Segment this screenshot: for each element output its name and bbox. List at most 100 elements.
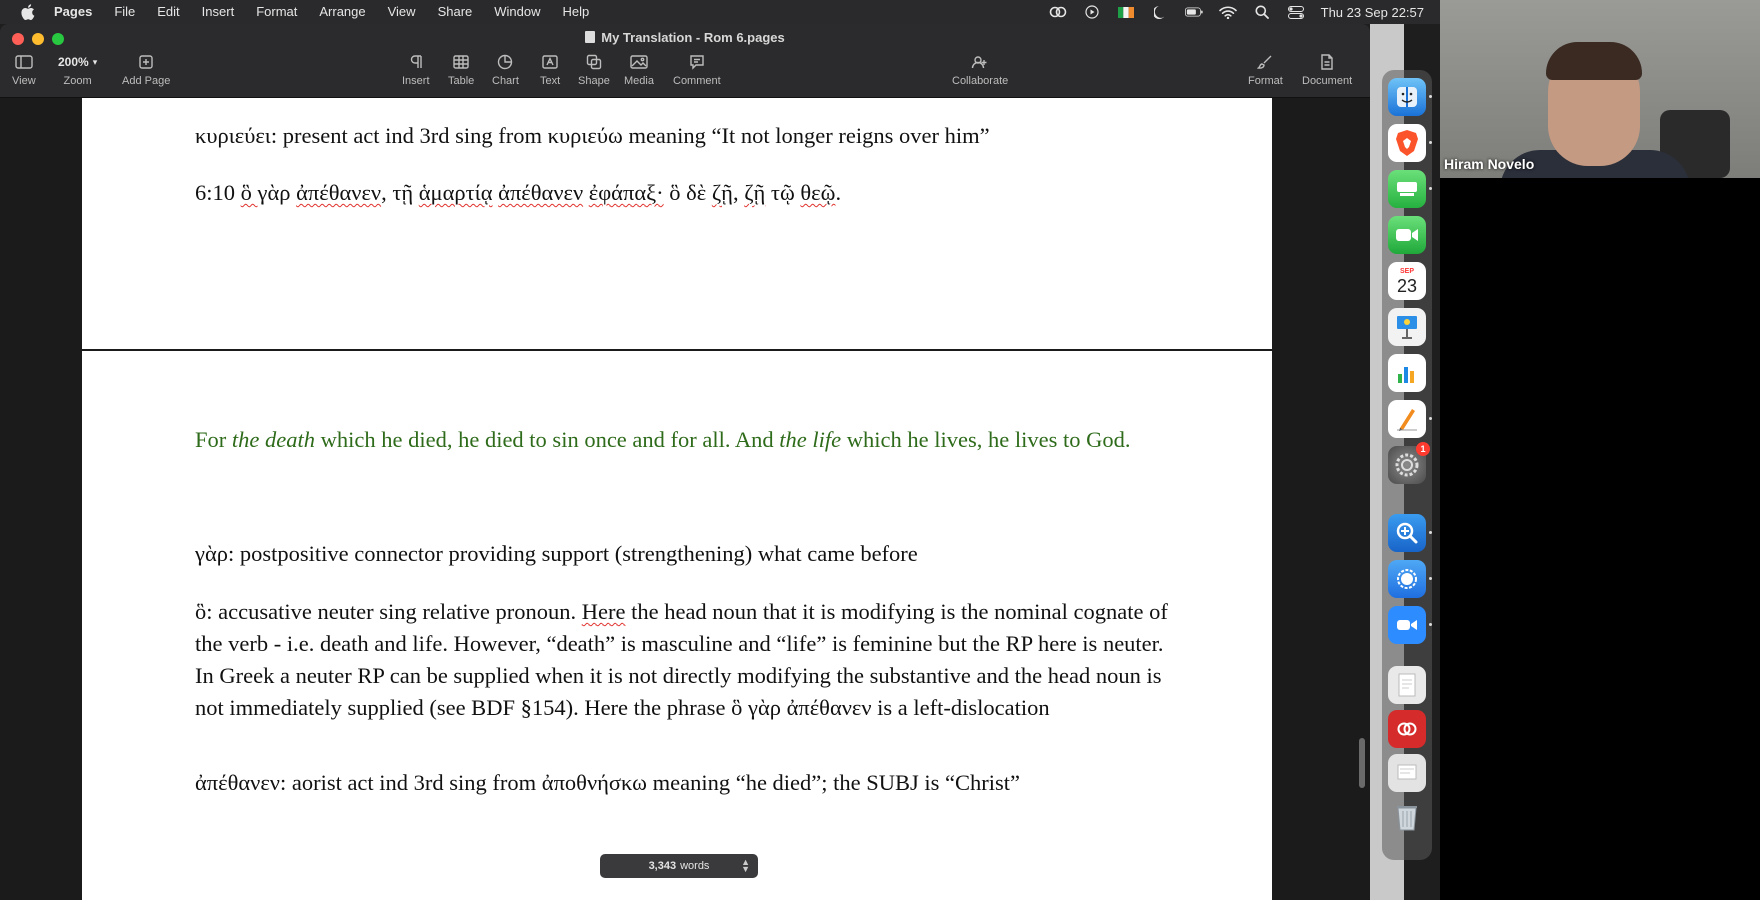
collaborate-button[interactable]: Collaborate — [952, 52, 1008, 87]
menu-bar: Pages File Edit Insert Format Arrange Vi… — [0, 0, 1440, 24]
chart-icon — [497, 52, 513, 72]
ho-note[interactable]: ὃ: accusative neuter sing relative prono… — [195, 596, 1175, 724]
document-stack-icon[interactable] — [1388, 666, 1426, 704]
calendar-month: SEP — [1399, 267, 1414, 275]
menu-bar-clock[interactable]: Thu 23 Sep 22:57 — [1321, 5, 1424, 20]
chart-button[interactable]: Chart — [492, 52, 519, 87]
zoom-meetings-icon[interactable] — [1388, 606, 1426, 644]
menu-file[interactable]: File — [114, 0, 135, 24]
trash-icon[interactable] — [1388, 798, 1426, 836]
zoom-value: 200% ▾ — [58, 55, 98, 69]
flag-icon[interactable] — [1117, 5, 1135, 19]
insert-button[interactable]: Insert — [402, 52, 430, 87]
zoom-label: Zoom — [63, 75, 92, 87]
notification-badge: 1 — [1416, 442, 1430, 456]
messages-icon[interactable] — [1388, 170, 1426, 208]
comment-button[interactable]: Comment — [673, 52, 721, 87]
webcam-person-hair — [1546, 42, 1642, 80]
keynote-icon[interactable] — [1388, 308, 1426, 346]
shape-button[interactable]: Shape — [578, 52, 610, 87]
vertical-scrollbar[interactable] — [1356, 98, 1368, 900]
menu-view[interactable]: View — [388, 0, 416, 24]
running-indicator — [1429, 417, 1432, 420]
calendar-day: 23 — [1396, 275, 1418, 296]
running-indicator — [1429, 95, 1432, 98]
pages-window: My Translation - Rom 6.pages View 200% ▾ … — [0, 24, 1370, 900]
verse-6-10[interactable]: 6:10 ὃ γὰρ ἀπέθανεν, τῇ ἁμαρτίᾳ ἀπέθανεν… — [195, 177, 1175, 209]
window-title-text: My Translation - Rom 6.pages — [601, 30, 785, 45]
word-count-pill[interactable]: 3,343 words ▲ ▼ — [600, 854, 758, 878]
kurieuei-note[interactable]: κυριεύει: present act ind 3rd sing from … — [195, 120, 1175, 152]
page-previous[interactable]: κυριεύει: present act ind 3rd sing from … — [82, 98, 1272, 349]
numbers-icon[interactable] — [1388, 354, 1426, 392]
document-icon — [585, 31, 596, 43]
creative-cloud-app-icon[interactable] — [1388, 710, 1426, 748]
view-button[interactable]: View — [12, 52, 36, 87]
system-preferences-icon[interactable]: 1 — [1388, 442, 1430, 484]
menu-share[interactable]: Share — [438, 0, 473, 24]
finder-icon[interactable] — [1388, 78, 1426, 116]
document-panel-icon — [1320, 52, 1334, 72]
facetime-icon[interactable] — [1388, 216, 1426, 254]
webcam-video: Hiram Novelo — [1440, 0, 1760, 178]
calendar-icon[interactable]: SEP 23 — [1388, 262, 1426, 300]
shape-label: Shape — [578, 75, 610, 87]
signal-icon[interactable] — [1388, 560, 1426, 598]
apethanen-note[interactable]: ἀπέθανεν: aorist act ind 3rd sing from ἀ… — [195, 767, 1175, 799]
battery-icon[interactable] — [1184, 5, 1203, 19]
add-page-button[interactable]: Add Page — [122, 52, 170, 87]
running-indicator — [1429, 187, 1432, 190]
window-title: My Translation - Rom 6.pages — [0, 30, 1370, 45]
format-label: Format — [1248, 75, 1283, 87]
brave-browser-icon[interactable] — [1388, 124, 1426, 162]
wifi-icon[interactable] — [1218, 5, 1237, 19]
menu-format[interactable]: Format — [256, 0, 297, 24]
document-label: Document — [1302, 75, 1353, 87]
menu-insert[interactable]: Insert — [202, 0, 235, 24]
page-current[interactable]: For the death which he died, he died to … — [82, 351, 1272, 900]
document-canvas[interactable]: κυριεύει: present act ind 3rd sing from … — [0, 98, 1370, 900]
downloads-stack-icon[interactable] — [1388, 754, 1426, 792]
insert-label: Insert — [402, 75, 430, 87]
document-button[interactable]: Document — [1302, 52, 1352, 87]
running-indicator — [1429, 577, 1432, 580]
media-button[interactable]: Media — [624, 52, 654, 87]
table-button[interactable]: Table — [448, 52, 474, 87]
menu-help[interactable]: Help — [563, 0, 590, 24]
photo-icon — [630, 52, 648, 72]
scrollbar-thumb[interactable] — [1359, 738, 1365, 788]
search-icon[interactable] — [1253, 5, 1271, 19]
text-label: Text — [540, 75, 561, 87]
zoom-it-icon[interactable] — [1388, 514, 1426, 552]
chart-label: Chart — [492, 75, 519, 87]
text-box-icon — [542, 52, 558, 72]
moon-icon[interactable] — [1151, 5, 1169, 19]
text-button[interactable]: Text — [540, 52, 560, 87]
apple-icon[interactable] — [20, 4, 36, 20]
play-icon[interactable] — [1083, 5, 1101, 19]
gar-note[interactable]: γὰρ: postpositive connector providing su… — [195, 538, 1175, 570]
zoom-button[interactable]: 200% ▾ Zoom — [58, 52, 97, 87]
format-button[interactable]: Format — [1248, 52, 1283, 87]
table-label: Table — [448, 75, 475, 87]
dock: SEP 23 1 — [1382, 70, 1432, 860]
window-toolbar: My Translation - Rom 6.pages View 200% ▾ … — [0, 24, 1370, 98]
menu-arrange[interactable]: Arrange — [319, 0, 365, 24]
participant-name: Hiram Novelo — [1444, 156, 1535, 172]
updown-chevron-icon: ▲ ▼ — [741, 857, 750, 874]
creative-cloud-icon[interactable] — [1049, 5, 1067, 19]
collaborate-icon — [971, 52, 989, 72]
screen: Pages File Edit Insert Format Arrange Vi… — [0, 0, 1760, 900]
pages-icon[interactable] — [1388, 400, 1426, 438]
status-area: Thu 23 Sep 22:57 — [1049, 0, 1424, 24]
view-label: View — [12, 75, 36, 87]
menu-edit[interactable]: Edit — [157, 0, 179, 24]
sidebar-icon — [15, 52, 33, 72]
translation-paragraph[interactable]: For the death which he died, he died to … — [195, 424, 1175, 456]
menu-window[interactable]: Window — [494, 0, 540, 24]
media-label: Media — [624, 75, 654, 87]
control-center-icon[interactable] — [1287, 5, 1305, 19]
menu-app-pages[interactable]: Pages — [54, 0, 92, 24]
comment-label: Comment — [673, 75, 721, 87]
pilcrow-icon — [409, 52, 423, 72]
